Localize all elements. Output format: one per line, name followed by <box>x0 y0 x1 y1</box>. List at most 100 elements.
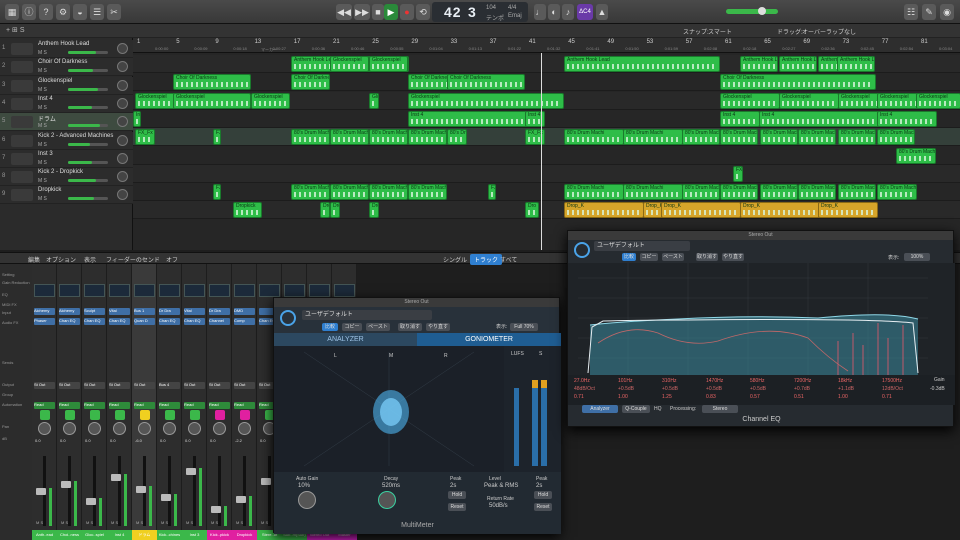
eq-paste-button[interactable]: ペースト <box>662 253 684 261</box>
mixer-options-menu[interactable]: オプション <box>46 255 76 264</box>
eq-band-gain[interactable]: +0.5dB <box>706 386 722 392</box>
peak-value[interactable]: 2s <box>450 483 456 489</box>
eq-preset-menu[interactable]: ユーザデフォルト <box>594 241 690 251</box>
eq-band-q[interactable]: 1.25 <box>662 394 672 400</box>
eq-thumbnail[interactable] <box>209 284 230 297</box>
channel-name[interactable]: Inst 3 <box>182 530 207 540</box>
audio-fx-slot[interactable]: Chan EQ <box>109 318 130 325</box>
eq-compare-button[interactable]: 比較 <box>622 253 636 261</box>
eq-band-gain[interactable]: 12dB/Oct <box>882 386 903 392</box>
track-pan-knob[interactable] <box>117 61 128 73</box>
input-slot[interactable]: Alchemy <box>34 308 55 315</box>
region[interactable]: 80's Drum Machi <box>623 184 683 201</box>
input-slot[interactable]: Bus 1 <box>134 308 155 315</box>
track-pan-knob[interactable] <box>117 79 128 91</box>
region[interactable]: 80's Drum Machi <box>408 129 447 146</box>
pan-knob[interactable] <box>88 422 101 435</box>
region[interactable]: Choir Of Darkness <box>173 74 251 91</box>
audio-fx-slot[interactable]: Phaser <box>34 318 55 325</box>
auto-gain-knob[interactable] <box>298 491 316 509</box>
pan-knob[interactable] <box>138 422 151 435</box>
mixer-off-menu[interactable]: オフ <box>166 255 178 264</box>
add-track-icon[interactable]: + ⊞ S <box>6 26 25 34</box>
eq-band-freq[interactable]: 1470Hz <box>706 378 723 384</box>
mute-solo-buttons[interactable]: M S <box>136 520 143 525</box>
copy-button[interactable]: コピー <box>342 323 362 331</box>
eq-redo-button[interactable]: やり直す <box>722 253 744 261</box>
output-slot[interactable]: St Out <box>184 382 205 389</box>
lcd-display[interactable]: 42 3 104 テンポ 4/4 Emaj <box>432 2 528 22</box>
eq-thumbnail[interactable] <box>84 284 105 297</box>
input-slot[interactable]: Vital <box>109 308 130 315</box>
eq-band-gain[interactable]: +0.5dB <box>750 386 766 392</box>
volume-fader[interactable] <box>111 456 128 526</box>
track-name[interactable]: ドラム <box>38 114 56 123</box>
automation-mode[interactable]: Read <box>234 402 255 409</box>
automation-mode[interactable]: Read <box>84 402 105 409</box>
eq-band-q[interactable]: 1.00 <box>618 394 628 400</box>
automation-mode[interactable]: Read <box>159 402 180 409</box>
channel-name[interactable]: Inst 4 <box>107 530 132 540</box>
drag-menu[interactable]: オーバーラップなし <box>802 27 856 36</box>
eq-band-gain[interactable]: +0.5dB <box>618 386 634 392</box>
master-volume-slider[interactable] <box>726 9 778 14</box>
cycle-button[interactable]: ⟲ <box>416 4 430 20</box>
mixer-edit-menu[interactable]: 編集 <box>28 255 40 264</box>
output-slot[interactable]: St Out <box>109 382 130 389</box>
compare-button[interactable]: 比較 <box>322 323 338 331</box>
region[interactable]: 80's Drum Machi <box>760 184 798 201</box>
track-header[interactable]: 7 Inst 3 M S <box>0 149 133 168</box>
master-volume-knob[interactable] <box>758 7 766 15</box>
region[interactable]: 80's Drum Machi <box>330 129 369 146</box>
automation-mode[interactable]: Read <box>184 402 205 409</box>
eq-graph[interactable] <box>568 263 955 375</box>
channel-name[interactable]: Choi..ness <box>57 530 82 540</box>
level-mode[interactable]: Peak & RMS <box>484 483 518 489</box>
region[interactable]: Choir Of Darkness <box>720 74 876 91</box>
volume-fader[interactable] <box>211 456 228 526</box>
pan-knob[interactable] <box>38 422 51 435</box>
region[interactable]: Inst 4 <box>877 110 937 127</box>
pan-knob[interactable] <box>63 422 76 435</box>
region[interactable]: Anthem Hook Lead <box>740 56 778 72</box>
region[interactable]: Glockenspiel <box>369 56 408 72</box>
mute-solo-buttons[interactable]: M S <box>86 520 93 525</box>
eq-view-menu[interactable]: 100% <box>904 253 930 261</box>
mute-solo-buttons[interactable]: M S <box>38 105 47 111</box>
region[interactable]: Anthem Hook Lead <box>779 56 817 72</box>
input-slot[interactable]: Alchemy <box>59 308 80 315</box>
track-volume-slider[interactable] <box>68 87 108 91</box>
volume-fader[interactable] <box>161 456 178 526</box>
region[interactable]: Dro <box>330 202 340 219</box>
redo-button[interactable]: やり直す <box>426 323 450 331</box>
track-volume-slider[interactable] <box>68 105 108 109</box>
track-volume-slider[interactable] <box>68 142 108 146</box>
eq-band-gain[interactable]: +1.1dB <box>838 386 854 392</box>
mute-solo-buttons[interactable]: M S <box>186 520 193 525</box>
undo-button[interactable]: 取り消す <box>398 323 422 331</box>
region[interactable]: Choir Of Darkness <box>447 74 525 91</box>
region[interactable]: FX_Fx <box>213 129 221 146</box>
bar-ruler[interactable]: 1 0:00:00 5 0:00:09 9 0:00:18 13 0:00:27 17 0:00:… <box>133 38 960 53</box>
mute-solo-buttons[interactable]: M S <box>38 196 47 202</box>
eq-band-q[interactable]: 0.51 <box>794 394 804 400</box>
hold2-button[interactable]: Hold <box>534 491 552 499</box>
region[interactable]: 80's Drum Machi <box>720 129 758 146</box>
region[interactable]: Inst 4 <box>720 110 760 127</box>
record-button[interactable]: ● <box>400 4 414 20</box>
eq-band-freq[interactable]: 7200Hz <box>794 378 811 384</box>
mixer-all-tab[interactable]: すべて <box>500 255 517 264</box>
region[interactable]: 80's Drum Machi <box>369 129 408 146</box>
audio-fx-slot[interactable]: Channel <box>209 318 230 325</box>
kbd-button[interactable]: ΔC4 <box>577 4 593 20</box>
mute-solo-buttons[interactable]: M S <box>261 520 268 525</box>
region[interactable]: 80's Drum Machi <box>760 129 798 146</box>
automation-mode[interactable]: Read <box>109 402 130 409</box>
eq-band-freq[interactable]: 101Hz <box>618 378 632 384</box>
analyzer-button[interactable]: Analyzer <box>582 405 618 413</box>
region[interactable]: 80's Drum Machi <box>291 129 330 146</box>
inspector-button[interactable]: ⓘ <box>22 4 36 20</box>
track-pan-knob[interactable] <box>117 134 128 146</box>
region[interactable]: Dropkick <box>233 202 262 219</box>
eq-band-freq[interactable]: 27.0Hz <box>574 378 590 384</box>
